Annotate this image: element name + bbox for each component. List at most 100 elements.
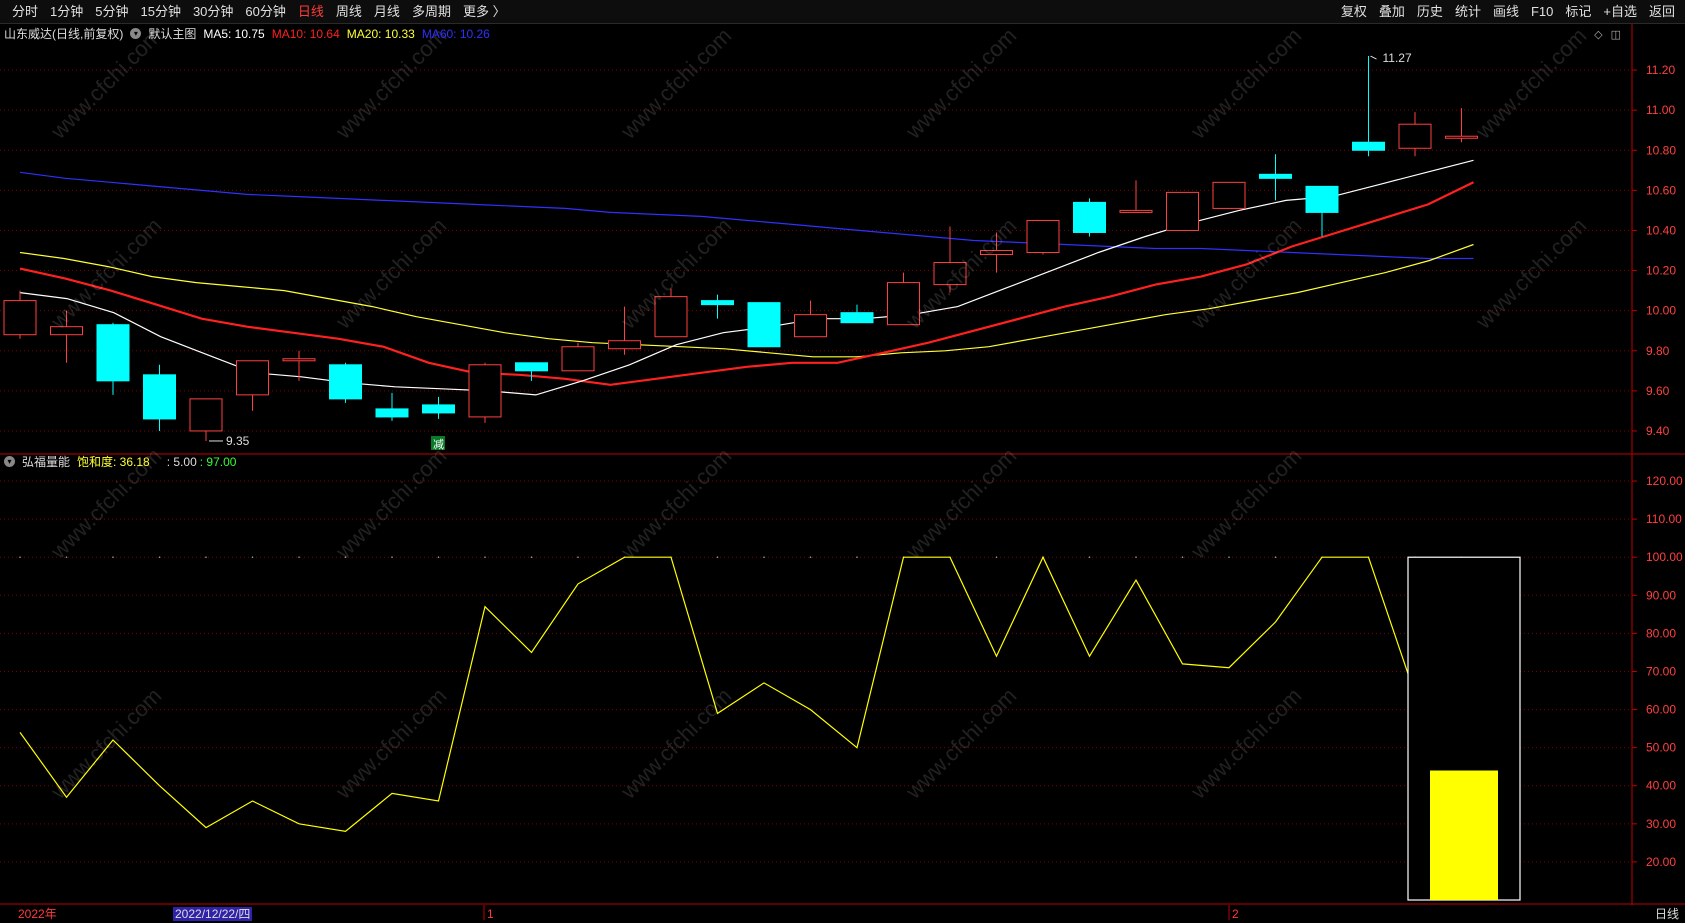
indicator-tick-label: 120.00 [1646, 474, 1683, 488]
indicator-dot [1274, 556, 1277, 559]
watermark-text: www.cfchi.com [1185, 213, 1306, 334]
ma10-value: MA10: 10.64 [271, 26, 340, 41]
price-tick-label: 10.40 [1646, 223, 1676, 237]
candle-body [236, 360, 269, 396]
price-tick-label: 10.80 [1646, 143, 1676, 157]
watermark-text: www.cfchi.com [1185, 443, 1306, 564]
price-tick-label: 11.20 [1646, 63, 1675, 77]
candle-body [608, 340, 641, 350]
indicator-tick-label: 40.00 [1646, 779, 1676, 793]
indicator-tick-label: 30.00 [1646, 817, 1676, 831]
candle-body [561, 346, 595, 372]
watermark-text: www.cfchi.com [330, 683, 451, 804]
sub-legend: ▾ 弘福量能 饱和度: 36.18 : 5.00 : 97.00 [4, 453, 236, 470]
chart-canvas[interactable]: 9.40 9.60 9.80 10.00 10.20 10.40 10.60 10.80 11.… [0, 0, 1685, 923]
watermark-text: www.cfchi.com [615, 443, 736, 564]
indicator-dot [856, 556, 858, 559]
indicator-dot [1088, 556, 1091, 559]
candle-body [1352, 141, 1385, 151]
indicator-dot [298, 556, 300, 559]
indicator-dot [437, 556, 440, 559]
indicator-dot [19, 556, 21, 559]
watermark-text: www.cfchi.com [900, 23, 1021, 144]
indicator-dot [577, 556, 579, 559]
candle-body [96, 324, 130, 382]
year-label: 2022年 [18, 907, 57, 921]
candle-body [794, 314, 827, 338]
watermark-text: www.cfchi.com [615, 23, 736, 144]
price-tick-label: 9.60 [1646, 384, 1670, 398]
watermark-text: www.cfchi.com [1470, 23, 1591, 144]
candle-body [701, 300, 734, 306]
candle-body [422, 404, 455, 414]
indicator-tick-label: 20.00 [1646, 855, 1676, 869]
sub-value-1: : 5.00 [166, 454, 197, 469]
indicator-dot [391, 556, 393, 559]
watermark-text: www.cfchi.com [45, 213, 166, 334]
saturation-value: 饱和度: 36.18 [77, 455, 150, 469]
indicator-tick-label: 80.00 [1646, 626, 1676, 640]
sub-settings-circle-icon[interactable]: ▾ [4, 456, 15, 467]
month-label-1: 1 [487, 907, 494, 921]
candle-body [1166, 191, 1199, 231]
period-button[interactable]: 日线 [1655, 905, 1679, 922]
price-tick-label: 10.00 [1646, 304, 1676, 318]
stock-title[interactable]: 山东威达(日线,前复权) [4, 25, 123, 42]
indicator-dot [484, 556, 486, 559]
indicator-tick-label: 70.00 [1646, 664, 1676, 678]
candle-body [3, 300, 37, 336]
candle-body [1212, 181, 1246, 209]
diamond-icon[interactable]: ◇ [1594, 28, 1602, 41]
ma5-value: MA5: 10.75 [203, 26, 265, 41]
price-tick-label: 10.20 [1646, 264, 1676, 278]
candle-body [1119, 209, 1153, 213]
candle-body [1026, 219, 1060, 254]
high-pointer [1370, 55, 1377, 60]
cursor-date: 2022/12/22/四 [173, 907, 253, 921]
indicator-tick-label: 60.00 [1646, 703, 1676, 717]
candle-body [189, 398, 223, 432]
watermark-text: www.cfchi.com [1470, 213, 1591, 334]
watermark-text: www.cfchi.com [615, 683, 736, 804]
candle-body [282, 358, 316, 362]
template-label[interactable]: 默认主图 [148, 25, 196, 42]
candle-body [375, 408, 409, 418]
indicator-dot [1135, 556, 1137, 559]
candle-body [1398, 123, 1432, 149]
sub-value-2: : 97.00 [199, 454, 237, 469]
indicator-dot [112, 556, 114, 559]
indicator-dot [809, 556, 812, 559]
price-tick-label: 9.40 [1646, 424, 1670, 438]
indicator-tick-label: 100.00 [1646, 550, 1683, 564]
price-tick-label: 9.80 [1646, 344, 1670, 358]
candle-body [468, 364, 502, 418]
candle-body [1259, 173, 1292, 179]
month-label-2: 2 [1232, 907, 1239, 921]
price-tick-label: 11.00 [1646, 103, 1675, 117]
high-label: 11.27 [1383, 51, 1412, 65]
candle-body [1445, 135, 1478, 139]
saturation-bar [1430, 770, 1498, 900]
indicator-dot [716, 556, 719, 559]
settings-circle-icon[interactable]: ▾ [130, 28, 142, 39]
watermark-text: www.cfchi.com [330, 213, 451, 334]
indicator-tick-label: 110.00 [1646, 512, 1682, 526]
indicator-dot [763, 556, 765, 559]
indicator-tick-label: 90.00 [1646, 588, 1676, 602]
watermark-text: www.cfchi.com [900, 443, 1021, 564]
watermark-text: www.cfchi.com [900, 213, 1021, 334]
indicator-name[interactable]: 弘福量能 [22, 453, 70, 470]
price-tick-label: 10.60 [1646, 183, 1676, 197]
watermark-text: www.cfchi.com [330, 443, 451, 564]
corner-icons: ◇ ◫ [1594, 28, 1621, 41]
indicator-tick-label: 50.00 [1646, 741, 1676, 755]
window-toggle-icon[interactable]: ◫ [1611, 28, 1621, 41]
candle-body [143, 374, 176, 420]
main-legend: 山东威达(日线,前复权) ▾ 默认主图 MA5: 10.75 MA10: 10.… [4, 25, 490, 42]
candle-body [747, 302, 781, 348]
candle-body [1073, 201, 1106, 233]
candle-body [1305, 185, 1339, 213]
indicator-dot [995, 556, 998, 559]
indicator-dot [1228, 556, 1230, 559]
indicator-dot [251, 556, 254, 559]
